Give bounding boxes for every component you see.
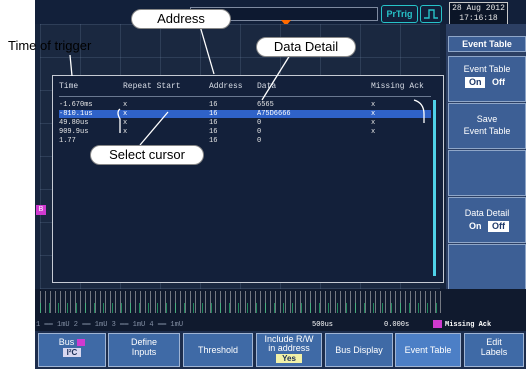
time-of-trigger-label: Time of trigger	[8, 38, 92, 53]
data-detail-callout: Data Detail	[256, 37, 356, 57]
address-callout: Address	[131, 9, 231, 29]
select-cursor-callout: Select cursor	[90, 145, 204, 165]
